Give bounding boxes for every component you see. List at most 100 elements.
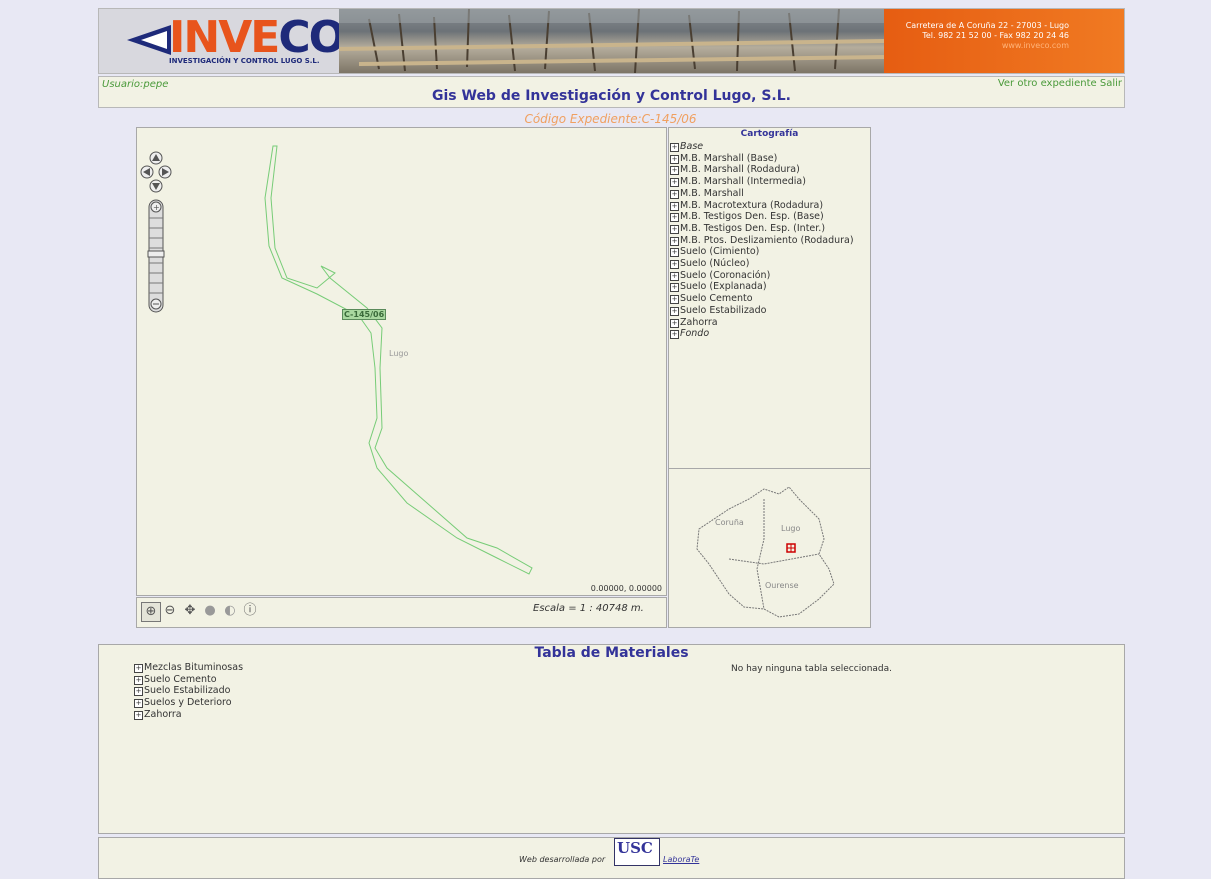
material-item[interactable]: + Suelos y Deterioro — [134, 697, 243, 709]
pan-icon[interactable]: ✥ — [181, 602, 199, 620]
header-banner: INVECO INVESTIGACIÓN Y CONTROL LUGO S.L.… — [98, 8, 1125, 74]
layers-panel: Cartografía + Base + M.B. Marshall (Base) + M… — [668, 127, 871, 469]
layer-label: M.B. Testigos Den. Esp. (Inter.) — [680, 222, 826, 234]
expand-plus-icon[interactable]: + — [134, 710, 143, 720]
expand-plus-icon[interactable]: + — [670, 248, 679, 258]
expand-plus-icon[interactable]: + — [670, 330, 679, 340]
expand-plus-icon[interactable]: + — [670, 224, 679, 234]
feature-label: C-145/06 — [342, 309, 387, 320]
pan-control[interactable] — [140, 151, 172, 193]
layer-label: M.B. Ptos. Deslizamiento (Rodadura) — [680, 234, 854, 246]
zoom-slider[interactable]: + — [147, 199, 165, 313]
phone-line: Tel. 982 21 52 00 - Fax 982 20 24 46 — [922, 31, 1069, 40]
overview-map[interactable]: Coruña Lugo Ourense — [668, 468, 871, 628]
laborate-link[interactable]: LaboraTe — [663, 855, 699, 864]
material-label: Suelos y Deterioro — [144, 697, 232, 709]
footer: Web desarrollada por USC LaboraTe — [98, 837, 1125, 879]
expand-plus-icon[interactable]: + — [134, 687, 143, 697]
expand-plus-icon[interactable]: + — [134, 664, 143, 673]
zoom-in-icon[interactable]: ⊕ — [141, 602, 161, 622]
layer-item[interactable]: + M.B. Testigos Den. Esp. (Base) — [670, 211, 854, 223]
layer-label: M.B. Marshall — [680, 187, 744, 199]
inveco-logo: INVECO — [169, 12, 346, 63]
expand-plus-icon[interactable]: + — [670, 306, 679, 316]
layer-item[interactable]: + M.B. Marshall — [670, 188, 854, 200]
material-item[interactable]: + Zahorra — [134, 709, 243, 721]
expand-plus-icon[interactable]: + — [670, 213, 679, 223]
logo-subtitle: INVESTIGACIÓN Y CONTROL LUGO S.L. — [169, 57, 320, 65]
layer-item[interactable]: + M.B. Ptos. Deslizamiento (Rodadura) — [670, 235, 854, 247]
layer-item[interactable]: + Suelo (Núcleo) — [670, 258, 854, 270]
layer-label: Suelo (Explanada) — [680, 281, 767, 293]
page-title: Gis Web de Investigación y Control Lugo,… — [432, 88, 791, 104]
layer-label: M.B. Testigos Den. Esp. (Base) — [680, 211, 824, 223]
expand-plus-icon[interactable]: + — [670, 166, 679, 176]
zoom-out-icon[interactable]: ⊖ — [161, 602, 179, 620]
layer-label: Suelo Cemento — [680, 293, 753, 305]
layer-item[interactable]: + M.B. Testigos Den. Esp. (Inter.) — [670, 223, 854, 235]
map-toolbar: ⊕ ⊖ ✥ ● ◐ ⓘ Escala = 1 : 40748 m. — [136, 597, 667, 628]
map-view[interactable]: + C-145/06 Lugo 0.00000, 0.00000 — [136, 127, 667, 596]
map-canvas[interactable]: + — [137, 128, 666, 595]
layer-label: M.B. Marshall (Base) — [680, 152, 778, 164]
contact-panel: Carretera de A Coruña 22 - 27003 - Lugo … — [884, 9, 1124, 73]
layer-item[interactable]: + Fondo — [670, 328, 854, 340]
layer-label: Base — [680, 141, 704, 152]
place-label: Lugo — [389, 349, 409, 358]
layer-item[interactable]: + Suelo Cemento — [670, 293, 854, 305]
material-item[interactable]: + Suelo Estabilizado — [134, 685, 243, 697]
layer-label: Fondo — [680, 328, 710, 340]
overview-label-lugo: Lugo — [781, 524, 801, 533]
layer-item[interactable]: + Zahorra — [670, 317, 854, 329]
layer-item[interactable]: + Suelo (Coronación) — [670, 270, 854, 282]
coordinates-readout: 0.00000, 0.00000 — [590, 584, 662, 593]
usc-logo[interactable]: USC — [614, 838, 660, 866]
layer-label: Suelo (Coronación) — [680, 269, 771, 281]
no-table-message: No hay ninguna tabla seleccionada. — [730, 664, 893, 674]
inveco-arrow-icon — [127, 25, 171, 55]
layer-item[interactable]: + M.B. Marshall (Rodadura) — [670, 164, 854, 176]
top-nav: Ver otro expediente Salir — [998, 78, 1122, 89]
expand-plus-icon[interactable]: + — [134, 699, 143, 709]
layer-item[interactable]: + M.B. Macrotextura (Rodadura) — [670, 200, 854, 212]
expand-plus-icon[interactable]: + — [670, 189, 679, 199]
material-item[interactable]: + Mezclas Bituminosas — [134, 662, 243, 674]
logout-link[interactable]: Salir — [1100, 78, 1122, 89]
expand-plus-icon[interactable]: + — [670, 283, 679, 293]
layer-item[interactable]: + Base — [670, 141, 854, 153]
layer-item[interactable]: + M.B. Marshall (Base) — [670, 153, 854, 165]
layer-item[interactable]: + Suelo (Cimiento) — [670, 246, 854, 258]
material-label: Mezclas Bituminosas — [144, 662, 244, 673]
material-label: Suelo Estabilizado — [144, 685, 231, 697]
layer-label: Zahorra — [680, 316, 718, 328]
expand-plus-icon[interactable]: + — [670, 236, 679, 246]
other-file-link[interactable]: Ver otro expediente — [998, 78, 1097, 89]
layer-item[interactable]: + Suelo (Explanada) — [670, 281, 854, 293]
expand-plus-icon[interactable]: + — [670, 201, 679, 211]
svg-text:+: + — [153, 203, 160, 212]
expand-plus-icon[interactable]: + — [670, 318, 679, 328]
expand-plus-icon[interactable]: + — [134, 675, 143, 685]
layer-label: Suelo (Cimiento) — [680, 246, 760, 258]
website-line: www.inveco.com — [1001, 41, 1069, 50]
expand-plus-icon[interactable]: + — [670, 260, 679, 270]
rebar-photo-image — [338, 9, 885, 73]
materials-title: Tabla de Materiales — [534, 645, 689, 661]
usc-logo-text: USC — [617, 839, 653, 857]
expand-plus-icon[interactable]: + — [670, 295, 679, 305]
expand-plus-icon[interactable]: + — [670, 154, 679, 164]
expand-plus-icon[interactable]: + — [670, 271, 679, 281]
layer-item[interactable]: + M.B. Marshall (Intermedia) — [670, 176, 854, 188]
layer-label: M.B. Macrotextura (Rodadura) — [680, 199, 824, 211]
layer-label: M.B. Marshall (Intermedia) — [680, 176, 806, 188]
zoom-previous-icon[interactable]: ◐ — [221, 602, 239, 620]
layers-list: + Base + M.B. Marshall (Base) + M.B. Marshall… — [670, 141, 854, 340]
logo-text: INVECO — [169, 12, 346, 63]
info-icon[interactable]: ⓘ — [241, 602, 259, 620]
expand-plus-icon[interactable]: + — [670, 143, 679, 152]
material-item[interactable]: + Suelo Cemento — [134, 674, 243, 686]
layer-label: Suelo Estabilizado — [680, 304, 767, 316]
expand-plus-icon[interactable]: + — [670, 178, 679, 188]
zoom-extent-icon[interactable]: ● — [201, 602, 219, 620]
layer-item[interactable]: + Suelo Estabilizado — [670, 305, 854, 317]
